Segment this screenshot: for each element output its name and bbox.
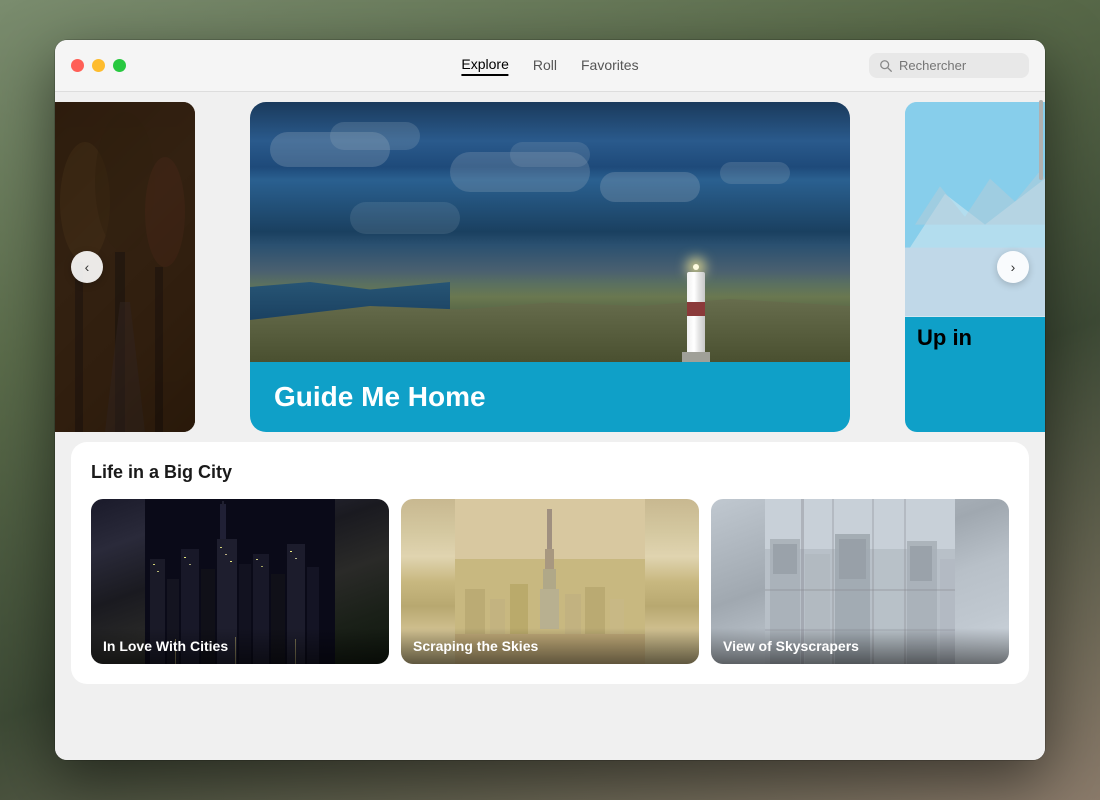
right-card-label: Up in [905, 317, 1045, 433]
lighthouse-stripe [687, 302, 705, 316]
cloud-5 [600, 172, 700, 202]
carousel-right-card: Up in › [905, 102, 1045, 432]
lighthouse [682, 264, 710, 362]
photo-card-1[interactable]: In Love With Cities [91, 499, 389, 664]
carousel-right-title: Up in [917, 325, 972, 351]
cloud-2 [330, 122, 420, 150]
grid-section-title: Life in a Big City [91, 462, 1009, 483]
scrollbar-thumb[interactable] [1039, 100, 1043, 180]
photo-card-label-1: In Love With Cities [91, 628, 389, 664]
cloud-6 [720, 162, 790, 184]
photo-card-2[interactable]: Scraping the Skies [401, 499, 699, 664]
minimize-button[interactable] [92, 59, 105, 72]
nav-tabs: Explore Roll Favorites [461, 56, 638, 76]
carousel-main-title: Guide Me Home [274, 381, 486, 413]
carousel-section: ‹ [55, 92, 1045, 442]
search-bar[interactable] [869, 53, 1029, 78]
scrollbar-track[interactable] [1037, 92, 1045, 760]
search-icon [879, 59, 893, 73]
tab-favorites[interactable]: Favorites [581, 57, 639, 75]
right-card-landscape [905, 102, 1045, 317]
lighthouse-light [693, 264, 699, 270]
photo-card-label-2: Scraping the Skies [401, 628, 699, 664]
cloud-4 [510, 142, 590, 167]
cloud-7 [350, 202, 460, 234]
tab-roll[interactable]: Roll [533, 57, 557, 75]
search-input[interactable] [899, 58, 1019, 73]
carousel-main-card: Guide Me Home [250, 102, 850, 432]
carousel-next-button[interactable]: › [997, 251, 1029, 283]
content-area[interactable]: ‹ [55, 92, 1045, 760]
traffic-lights [71, 59, 126, 72]
photo-grid: In Love With Cities [91, 499, 1009, 664]
tab-explore[interactable]: Explore [461, 56, 508, 76]
carousel-left-card: ‹ [55, 102, 195, 432]
grid-section: Life in a Big City [71, 442, 1029, 684]
lighthouse-tower [687, 272, 705, 352]
close-button[interactable] [71, 59, 84, 72]
photo-card-3[interactable]: View of Skyscrapers [711, 499, 1009, 664]
photo-card-label-3: View of Skyscrapers [711, 628, 1009, 664]
title-bar: Explore Roll Favorites [55, 40, 1045, 92]
carousel-main-image [250, 102, 850, 362]
maximize-button[interactable] [113, 59, 126, 72]
carousel-prev-button[interactable]: ‹ [71, 251, 103, 283]
carousel-main-label: Guide Me Home [250, 362, 850, 432]
right-card-image [905, 102, 1045, 317]
mac-window: Explore Roll Favorites [55, 40, 1045, 760]
lighthouse-base [682, 352, 710, 362]
